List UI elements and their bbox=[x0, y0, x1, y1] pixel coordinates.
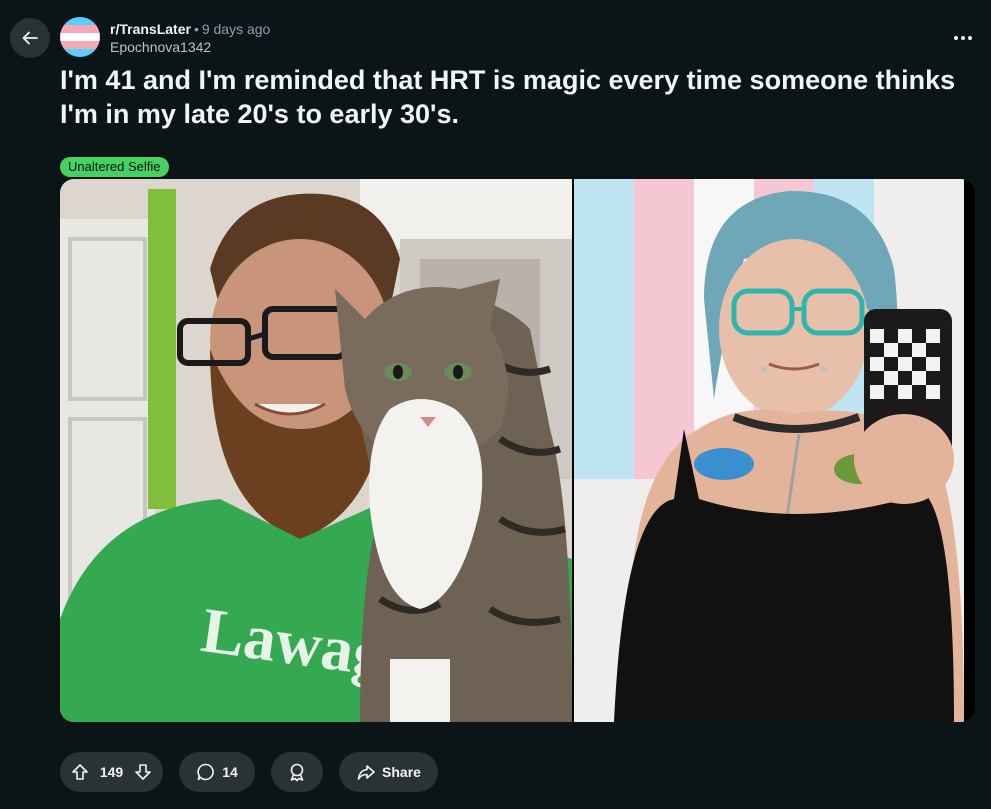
post-time: 9 days ago bbox=[201, 21, 271, 37]
post-title: I'm 41 and I'm reminded that HRT is magi… bbox=[60, 65, 956, 129]
subreddit-link[interactable]: r/TransLater bbox=[110, 21, 191, 37]
back-button[interactable] bbox=[10, 18, 50, 58]
upvote-button[interactable] bbox=[68, 760, 92, 784]
share-arrow-icon bbox=[357, 765, 375, 780]
arrow-up-icon bbox=[72, 764, 88, 780]
post-flair[interactable]: Unaltered Selfie bbox=[60, 157, 169, 177]
post-page: r/TransLater • 9 days ago Epochnova1342 I'… bbox=[0, 0, 991, 809]
author-link[interactable]: Epochnova1342 bbox=[110, 39, 211, 55]
comment-count: 14 bbox=[222, 764, 238, 780]
photo-after bbox=[574, 179, 964, 722]
award-icon bbox=[290, 763, 304, 782]
vote-control: 149 bbox=[60, 752, 163, 792]
comments-button[interactable]: 14 bbox=[179, 752, 255, 792]
meta-separator: • bbox=[193, 21, 199, 37]
downvote-button[interactable] bbox=[131, 760, 155, 784]
post-image[interactable]: Lawagé bbox=[60, 179, 975, 722]
subreddit-avatar[interactable] bbox=[60, 17, 100, 57]
share-button[interactable]: Share bbox=[339, 752, 438, 792]
ellipsis-icon bbox=[954, 36, 958, 40]
post-meta: r/TransLater • 9 days ago bbox=[110, 20, 270, 38]
photo-before: Lawagé bbox=[60, 179, 572, 722]
post-actions: 149 14 Share bbox=[60, 752, 438, 792]
award-button[interactable] bbox=[271, 752, 323, 792]
speech-bubble-icon bbox=[197, 763, 215, 781]
share-label: Share bbox=[382, 764, 421, 780]
arrow-left-icon bbox=[22, 31, 38, 45]
more-options-button[interactable] bbox=[947, 24, 979, 52]
vote-score: 149 bbox=[99, 764, 124, 780]
arrow-down-icon bbox=[135, 764, 151, 780]
